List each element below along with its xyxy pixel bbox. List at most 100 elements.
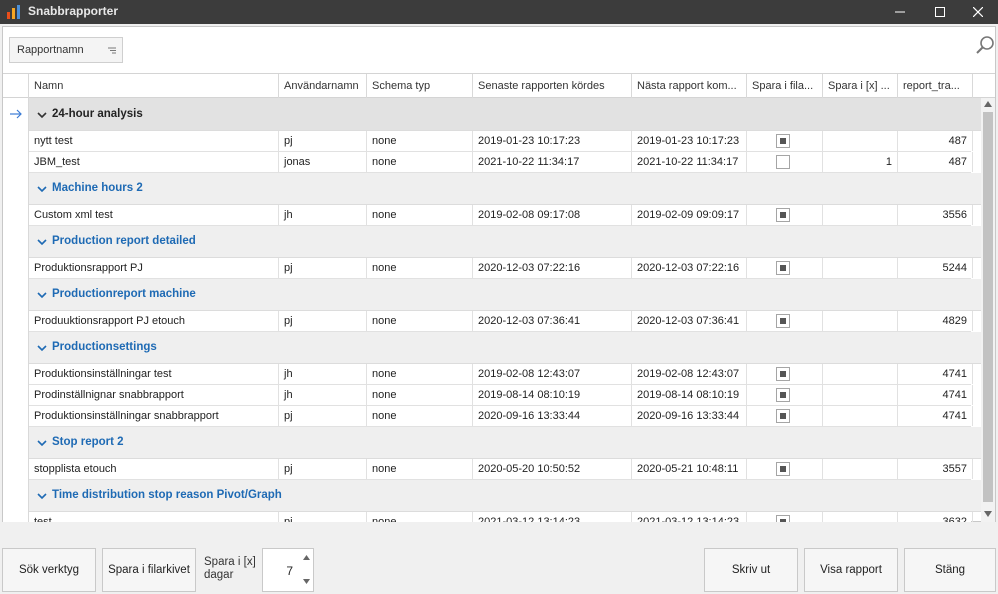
scroll-down-icon[interactable] bbox=[984, 511, 992, 517]
vertical-scrollbar[interactable] bbox=[981, 98, 995, 522]
cell-save_file bbox=[747, 311, 823, 331]
cell-last_run: 2020-12-03 07:22:16 bbox=[473, 258, 632, 278]
column-header-save_days[interactable]: Spara i [x] ... bbox=[823, 74, 898, 98]
cell-save_days bbox=[823, 364, 898, 384]
group-label: Time distribution stop reason Pivot/Grap… bbox=[52, 489, 282, 501]
search-icon[interactable] bbox=[975, 35, 995, 55]
group-row[interactable]: Stop report 2 bbox=[29, 427, 981, 459]
cell-save_file bbox=[747, 385, 823, 405]
table-row[interactable]: Prodinställnignar snabbrapport jh none 2019… bbox=[29, 385, 973, 406]
cell-next_run: 2019-01-23 10:17:23 bbox=[632, 131, 747, 151]
cell-next_run: 2020-12-03 07:22:16 bbox=[632, 258, 747, 278]
save-file-checkbox[interactable] bbox=[776, 261, 790, 275]
spin-up-icon[interactable] bbox=[303, 555, 310, 560]
table-row[interactable]: Produktionsinställningar test jh none 2019-… bbox=[29, 364, 973, 385]
group-by-chip[interactable]: Rapportnamn bbox=[9, 37, 123, 63]
cell-user: jh bbox=[279, 364, 367, 384]
column-header-next_run[interactable]: Nästa rapport kom... bbox=[632, 74, 747, 98]
save-file-checkbox[interactable] bbox=[776, 462, 790, 476]
table-row[interactable]: stopplista etouch pj none 2020-05-20 10:50:… bbox=[29, 459, 973, 480]
cell-save_days bbox=[823, 406, 898, 426]
cell-next_run: 2020-09-16 13:33:44 bbox=[632, 406, 747, 426]
column-header-schema[interactable]: Schema typ bbox=[367, 74, 473, 98]
show-report-button[interactable]: Visa rapport bbox=[804, 548, 898, 592]
table-row[interactable]: nytt test pj none 2019-01-23 10:17:23 2019-0… bbox=[29, 131, 973, 152]
column-header-namn[interactable]: Namn bbox=[29, 74, 279, 98]
maximize-icon bbox=[935, 7, 945, 17]
close-button[interactable]: Stäng bbox=[904, 548, 996, 592]
save-file-checkbox[interactable] bbox=[776, 208, 790, 222]
table-row[interactable]: test pj none 2021-03-12 13:14:23 2021-03-12 … bbox=[29, 512, 973, 522]
save-file-checkbox[interactable] bbox=[776, 134, 790, 148]
spin-down-icon[interactable] bbox=[303, 579, 310, 584]
chevron-down-icon[interactable] bbox=[37, 185, 47, 193]
cell-last_run: 2020-05-20 10:50:52 bbox=[473, 459, 632, 479]
column-header-save_file[interactable]: Spara i fila... bbox=[747, 74, 823, 98]
cell-report_id: 4741 bbox=[898, 364, 973, 384]
save-days-stepper[interactable]: 7 bbox=[262, 548, 314, 592]
save-file-checkbox[interactable] bbox=[776, 388, 790, 402]
cell-schema: none bbox=[367, 512, 473, 522]
cell-namn: Produktionsinställningar test bbox=[29, 364, 279, 384]
search-tools-button[interactable]: Sök verktyg bbox=[2, 548, 96, 592]
table-row[interactable]: Produktionsinställningar snabbrapport pj n… bbox=[29, 406, 973, 427]
column-header-last_run[interactable]: Senaste rapporten kördes bbox=[473, 74, 632, 98]
cell-user: pj bbox=[279, 258, 367, 278]
group-label: Stop report 2 bbox=[52, 436, 124, 448]
group-row[interactable]: Machine hours 2 bbox=[29, 173, 981, 205]
cell-report_id: 4829 bbox=[898, 311, 973, 331]
save-file-checkbox[interactable] bbox=[776, 367, 790, 381]
cell-save_file bbox=[747, 131, 823, 151]
cell-report_id: 3557 bbox=[898, 459, 973, 479]
print-button[interactable]: Skriv ut bbox=[704, 548, 798, 592]
chevron-down-icon[interactable] bbox=[37, 291, 47, 299]
cell-user: pj bbox=[279, 459, 367, 479]
cell-save_days bbox=[823, 205, 898, 225]
group-row[interactable]: Time distribution stop reason Pivot/Grap… bbox=[29, 480, 981, 512]
save-file-checkbox[interactable] bbox=[776, 515, 790, 522]
minimize-button[interactable] bbox=[880, 0, 920, 24]
cell-namn: test bbox=[29, 512, 279, 522]
group-label: Production report detailed bbox=[52, 235, 196, 247]
cell-last_run: 2019-01-23 10:17:23 bbox=[473, 131, 632, 151]
column-header-user[interactable]: Användarnamn bbox=[279, 74, 367, 98]
group-row[interactable]: Productionsettings bbox=[29, 332, 981, 364]
window-title: Snabbrapporter bbox=[28, 4, 119, 18]
column-header-row: Namn Användarnamn Schema typ Senaste rappor… bbox=[3, 73, 995, 98]
group-row[interactable]: 24-hour analysis bbox=[29, 98, 981, 131]
save-days-value: 7 bbox=[286, 564, 293, 578]
scrollbar-thumb[interactable] bbox=[983, 112, 993, 502]
scroll-up-icon[interactable] bbox=[984, 101, 992, 107]
chevron-down-icon[interactable] bbox=[37, 238, 47, 246]
cell-namn: JBM_test bbox=[29, 152, 279, 172]
group-label: Machine hours 2 bbox=[52, 182, 143, 194]
cell-save_file bbox=[747, 512, 823, 522]
maximize-button[interactable] bbox=[920, 0, 960, 24]
cell-namn: stopplista etouch bbox=[29, 459, 279, 479]
table-row[interactable]: Produktionsrapport PJ pj none 2020-12-03 07… bbox=[29, 258, 973, 279]
cell-namn: Produktionsrapport PJ bbox=[29, 258, 279, 278]
close-window-button[interactable] bbox=[958, 0, 998, 24]
cell-namn: Produuktionsrapport PJ etouch bbox=[29, 311, 279, 331]
column-header-report_id[interactable]: report_tra... bbox=[898, 74, 973, 98]
cell-next_run: 2020-05-21 10:48:11 bbox=[632, 459, 747, 479]
table-row[interactable]: Produuktionsrapport PJ etouch pj none 2020-… bbox=[29, 311, 973, 332]
cell-next_run: 2019-02-08 12:43:07 bbox=[632, 364, 747, 384]
cell-namn: Custom xml test bbox=[29, 205, 279, 225]
save-file-checkbox[interactable] bbox=[776, 155, 790, 169]
cell-last_run: 2019-02-08 09:17:08 bbox=[473, 205, 632, 225]
save-file-checkbox[interactable] bbox=[776, 314, 790, 328]
save-file-checkbox[interactable] bbox=[776, 409, 790, 423]
group-row[interactable]: Productionreport machine bbox=[29, 279, 981, 311]
chevron-down-icon[interactable] bbox=[37, 439, 47, 447]
cell-next_run: 2021-10-22 11:34:17 bbox=[632, 152, 747, 172]
chevron-down-icon[interactable] bbox=[37, 344, 47, 352]
cell-schema: none bbox=[367, 311, 473, 331]
table-row[interactable]: JBM_test jonas none 2021-10-22 11:34:17 2021… bbox=[29, 152, 973, 173]
group-row[interactable]: Production report detailed bbox=[29, 226, 981, 258]
save-archive-button[interactable]: Spara i filarkivet bbox=[102, 548, 196, 592]
current-row-arrow-icon bbox=[10, 109, 22, 119]
table-row[interactable]: Custom xml test jh none 2019-02-08 09:17:08… bbox=[29, 205, 973, 226]
chevron-down-icon[interactable] bbox=[37, 492, 47, 500]
chevron-down-icon[interactable] bbox=[37, 111, 47, 119]
